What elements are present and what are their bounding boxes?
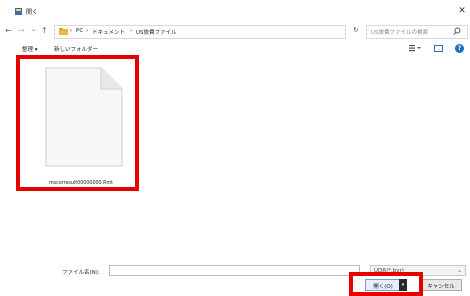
forward-button[interactable]: → [18,26,25,36]
up-button[interactable]: ↑ [41,26,48,36]
refresh-icon[interactable]: ↻ [353,26,359,34]
chevron-down-icon: ⌄ [457,267,463,274]
new-folder-button[interactable]: 新しいフォルダー [54,45,98,53]
search-input[interactable]: US旅費ファイルの検索 [366,25,468,39]
search-icon[interactable] [453,27,461,36]
cancel-button-label: キャンセル [427,284,455,290]
app-icon [15,8,22,15]
organize-button[interactable]: 整理 ▾ [22,45,38,53]
breadcrumb-separator: › [130,28,133,34]
title-bar: 開く ✕ [0,0,470,22]
back-button[interactable]: ← [5,26,12,36]
highlight-frame-file [16,55,139,191]
filename-input[interactable] [109,265,360,276]
window-title: 開く [26,9,39,16]
address-bar[interactable]: › PC › ドキュメント › US旅費ファイル ∨ [54,25,390,39]
breadcrumb-separator: › [86,28,89,34]
filename-label: ファイル名(N): [62,270,100,276]
breadcrumb-pc[interactable]: PC [76,28,83,34]
folder-icon [59,28,68,35]
preview-pane-icon[interactable] [434,45,443,52]
close-button[interactable]: ✕ [456,5,468,17]
breadcrumb-documents[interactable]: ドキュメント [92,28,125,36]
cancel-button[interactable]: キャンセル [420,279,462,291]
highlight-frame-open-button [349,272,423,296]
view-options-icon[interactable] [409,44,421,52]
breadcrumb-separator: › [70,28,73,34]
help-icon[interactable]: ? [455,44,464,53]
breadcrumb-current-folder[interactable]: US旅費ファイル [136,28,177,36]
search-placeholder: US旅費ファイルの検索 [371,30,429,36]
recent-locations-button[interactable]: ⌄ [31,25,36,35]
